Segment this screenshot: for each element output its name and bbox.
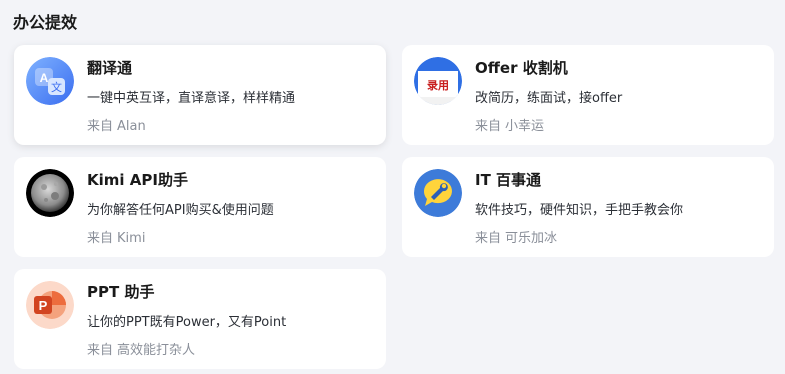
translate-icon: A 文	[26, 57, 74, 105]
author-name: 可乐加冰	[505, 231, 558, 246]
bot-card-offer[interactable]: 录用 Offer 收割机 改简历，练面试，接offer 来自 小幸运	[402, 45, 774, 145]
author-prefix: 来自	[87, 231, 114, 246]
bot-card-it-helper[interactable]: IT 百事通 软件技巧，硬件知识，手把手教会你 来自 可乐加冰	[402, 157, 774, 257]
bot-name: PPT 助手	[87, 283, 155, 301]
bot-description: 改简历，练面试，接offer	[475, 91, 623, 106]
wrench-chat-icon	[414, 169, 462, 217]
bot-author: 来自 Alan	[87, 115, 146, 134]
bot-author: 来自 Kimi	[87, 227, 145, 246]
author-name: 高效能打杂人	[117, 343, 196, 358]
bot-card-ppt[interactable]: P PPT 助手 让你的PPT既有Power，又有Point 来自 高效能打杂人	[14, 269, 386, 369]
bot-author: 来自 小幸运	[475, 115, 544, 134]
powerpoint-icon: P	[26, 281, 74, 329]
author-prefix: 来自	[475, 119, 502, 134]
moon-icon	[26, 169, 74, 217]
author-name: 小幸运	[505, 119, 545, 134]
bot-author: 来自 高效能打杂人	[87, 339, 195, 358]
bot-category-page: 办公提效 A 文 翻译通 一键中英互译，直译意译，样样精通 来自 Alan 录用…	[0, 0, 785, 374]
bot-description: 让你的PPT既有Power，又有Point	[87, 315, 287, 330]
bot-name: 翻译通	[87, 59, 133, 77]
bot-description: 为你解答任何API购买&使用问题	[87, 203, 274, 218]
author-name: Kimi	[117, 231, 146, 246]
bot-card-translator[interactable]: A 文 翻译通 一键中英互译，直译意译，样样精通 来自 Alan	[14, 45, 386, 145]
offer-hire-icon: 录用	[414, 57, 462, 105]
bot-name: IT 百事通	[475, 171, 542, 189]
bot-card-kimi-api[interactable]: Kimi API助手 为你解答任何API购买&使用问题 来自 Kimi	[14, 157, 386, 257]
bot-name: Offer 收割机	[475, 59, 568, 77]
bot-name: Kimi API助手	[87, 171, 188, 189]
author-prefix: 来自	[475, 231, 502, 246]
section-title: 办公提效	[13, 13, 78, 32]
svg-text:A: A	[40, 71, 49, 85]
svg-text:P: P	[39, 298, 48, 313]
hire-stamp-text: 录用	[427, 79, 449, 92]
bot-author: 来自 可乐加冰	[475, 227, 557, 246]
author-name: Alan	[117, 119, 146, 134]
bot-description: 一键中英互译，直译意译，样样精通	[87, 91, 296, 106]
author-prefix: 来自	[87, 343, 114, 358]
author-prefix: 来自	[87, 119, 114, 134]
bot-description: 软件技巧，硬件知识，手把手教会你	[475, 203, 684, 218]
svg-text:文: 文	[51, 80, 62, 94]
